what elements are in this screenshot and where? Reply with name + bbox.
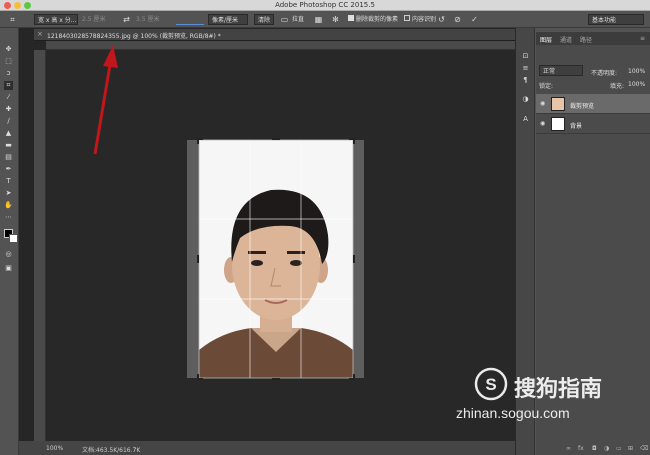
layers-panel-footer: ∞ fx ◘ ◑ ▭ ⊞ ⌫ bbox=[536, 444, 650, 455]
document-tab[interactable]: × 1218403028578824355.jpg @ 100% (裁剪预览, … bbox=[34, 29, 522, 41]
new-group-icon[interactable]: ▭ bbox=[616, 445, 622, 452]
horizontal-ruler[interactable] bbox=[46, 41, 522, 50]
brush-tool-icon[interactable]: ∕ bbox=[4, 117, 13, 126]
photo-crop-preview[interactable] bbox=[46, 50, 522, 441]
type-tool-icon[interactable]: T bbox=[4, 177, 13, 186]
canvas[interactable] bbox=[46, 50, 522, 441]
path-selection-tool-icon[interactable]: ➤ bbox=[4, 189, 13, 198]
character-icon[interactable]: A bbox=[521, 115, 530, 124]
window-title: Adobe Photoshop CC 2015.5 bbox=[275, 1, 375, 9]
watermark-url: zhinan.sogou.com bbox=[456, 405, 570, 421]
straighten-icon[interactable]: ▭ bbox=[279, 14, 290, 25]
visibility-eye-icon[interactable]: ◉ bbox=[540, 120, 545, 127]
reset-icon[interactable]: ↺ bbox=[436, 14, 447, 25]
marquee-tool-icon[interactable]: ⬚ bbox=[4, 57, 13, 66]
svg-text:S: S bbox=[485, 375, 496, 394]
tab-channels[interactable]: 通道 bbox=[560, 35, 572, 44]
watermark-brand: 搜狗指南 bbox=[514, 377, 603, 402]
layer-name: 背景 bbox=[570, 123, 583, 130]
unchecked-box-icon bbox=[404, 15, 410, 21]
settings-gear-icon[interactable]: ✻ bbox=[330, 14, 341, 25]
eraser-tool-icon[interactable]: ▬ bbox=[4, 141, 13, 150]
opacity-label: 不透明度: bbox=[591, 70, 618, 77]
adjustment-layer-icon[interactable]: ◑ bbox=[604, 445, 609, 452]
tools-panel: ✥ ⬚ ↄ ⌗ ⁄ ✚ ∕ ▲ ▬ ▤ ✒ T ➤ ✋ ⋯ ◎ ▣ bbox=[0, 28, 19, 455]
vertical-ruler[interactable] bbox=[34, 50, 46, 441]
layer-row[interactable]: ◉ 裁剪预览 bbox=[536, 94, 650, 114]
opacity-value[interactable]: 100% bbox=[628, 68, 645, 75]
resolution-unit-select[interactable]: 像素/厘米 bbox=[208, 14, 248, 25]
straighten-label[interactable]: 拉直 bbox=[292, 14, 304, 25]
stamp-tool-icon[interactable]: ▲ bbox=[4, 129, 13, 138]
layer-thumbnail bbox=[551, 97, 565, 111]
sogou-logo-icon: S bbox=[474, 367, 508, 401]
layer-row[interactable]: ◉ 背景 bbox=[536, 114, 650, 134]
layer-filter-row bbox=[536, 46, 650, 58]
lasso-tool-icon[interactable]: ↄ bbox=[4, 69, 13, 78]
crop-preset-select[interactable]: 宽 x 高 x 分... bbox=[34, 14, 78, 25]
eyedropper-tool-icon[interactable]: ⁄ bbox=[4, 93, 13, 102]
gradient-tool-icon[interactable]: ▤ bbox=[4, 153, 13, 162]
delete-cropped-checkbox[interactable]: 删除裁剪的像素 bbox=[348, 14, 398, 25]
pen-tool-icon[interactable]: ✒ bbox=[4, 165, 13, 174]
cancel-icon[interactable]: ⊘ bbox=[452, 14, 463, 25]
move-tool-icon[interactable]: ✥ bbox=[4, 45, 13, 54]
adjustments-icon[interactable]: ◑ bbox=[521, 95, 530, 104]
document-info: 文档:463.5K/616.7K bbox=[82, 447, 141, 454]
paragraph-icon[interactable]: ¶ bbox=[521, 76, 530, 85]
fx-icon[interactable]: fx bbox=[578, 445, 584, 452]
fill-value[interactable]: 100% bbox=[628, 81, 645, 88]
document-area: × 1218403028578824355.jpg @ 100% (裁剪预览, … bbox=[19, 28, 522, 455]
add-mask-icon[interactable]: ◘ bbox=[592, 445, 597, 452]
background-color-swatch[interactable] bbox=[9, 234, 18, 243]
layer-thumbnail bbox=[551, 117, 565, 131]
screen-mode-icon[interactable]: ▣ bbox=[4, 264, 13, 273]
blend-mode-select[interactable]: 正常 bbox=[539, 65, 583, 76]
content-aware-label: 内容识别 bbox=[412, 16, 437, 23]
healing-tool-icon[interactable]: ✚ bbox=[4, 105, 13, 114]
workspace-select[interactable]: 基本功能 bbox=[588, 14, 644, 25]
commit-check-icon[interactable]: ✓ bbox=[469, 14, 480, 25]
delete-cropped-label: 删除裁剪的像素 bbox=[356, 16, 399, 23]
link-layers-icon[interactable]: ∞ bbox=[566, 445, 571, 452]
panel-tabs: 图层 通道 路径 ≡ bbox=[536, 32, 650, 45]
zoom-level[interactable]: 100% bbox=[46, 445, 63, 452]
swap-dimensions-icon[interactable]: ⇄ bbox=[121, 14, 132, 25]
content-aware-checkbox[interactable]: 内容识别 bbox=[404, 14, 436, 25]
overlay-grid-icon[interactable]: ▦ bbox=[313, 14, 324, 25]
tab-layers[interactable]: 图层 bbox=[540, 35, 552, 44]
hand-tool-icon[interactable]: ✋ bbox=[4, 201, 13, 210]
delete-layer-icon[interactable]: ⌫ bbox=[640, 445, 648, 452]
panel-menu-icon[interactable]: ≡ bbox=[640, 35, 645, 42]
properties-icon[interactable]: ≡ bbox=[521, 64, 530, 73]
options-bar: ⌗ 宽 x 高 x 分... 2.5 厘米 ⇄ 3.5 厘米 像素/厘米 清除 … bbox=[0, 11, 650, 28]
crop-tool-icon[interactable]: ⌗ bbox=[4, 81, 13, 90]
status-bar: 100% 文档:463.5K/616.7K › bbox=[19, 441, 515, 455]
layer-name: 裁剪预览 bbox=[570, 103, 595, 110]
quick-mask-icon[interactable]: ◎ bbox=[4, 250, 13, 259]
more-tools-icon[interactable]: ⋯ bbox=[4, 213, 13, 222]
tab-paths[interactable]: 路径 bbox=[580, 35, 592, 44]
visibility-eye-icon[interactable]: ◉ bbox=[540, 100, 545, 107]
history-icon[interactable]: ⊡ bbox=[521, 52, 530, 61]
document-tab-title: 1218403028578824355.jpg @ 100% (裁剪预览, RG… bbox=[47, 33, 221, 40]
status-arrow-icon[interactable]: › bbox=[134, 445, 136, 452]
width-input[interactable]: 2.5 厘米 bbox=[82, 14, 105, 25]
crop-tool-preset-icon[interactable]: ⌗ bbox=[7, 14, 18, 25]
close-tab-icon[interactable]: × bbox=[37, 30, 43, 38]
checked-box-icon bbox=[348, 15, 354, 21]
clear-button[interactable]: 清除 bbox=[254, 14, 275, 25]
fill-label: 填充: bbox=[610, 83, 625, 90]
new-layer-icon[interactable]: ⊞ bbox=[628, 445, 633, 452]
sogou-watermark: S 搜狗指南 zhinan.sogou.com bbox=[456, 365, 640, 435]
title-bar: Adobe Photoshop CC 2015.5 bbox=[0, 0, 650, 11]
resolution-input[interactable] bbox=[176, 14, 204, 25]
lock-label: 锁定: bbox=[539, 83, 554, 90]
height-input[interactable]: 3.5 厘米 bbox=[136, 14, 159, 25]
